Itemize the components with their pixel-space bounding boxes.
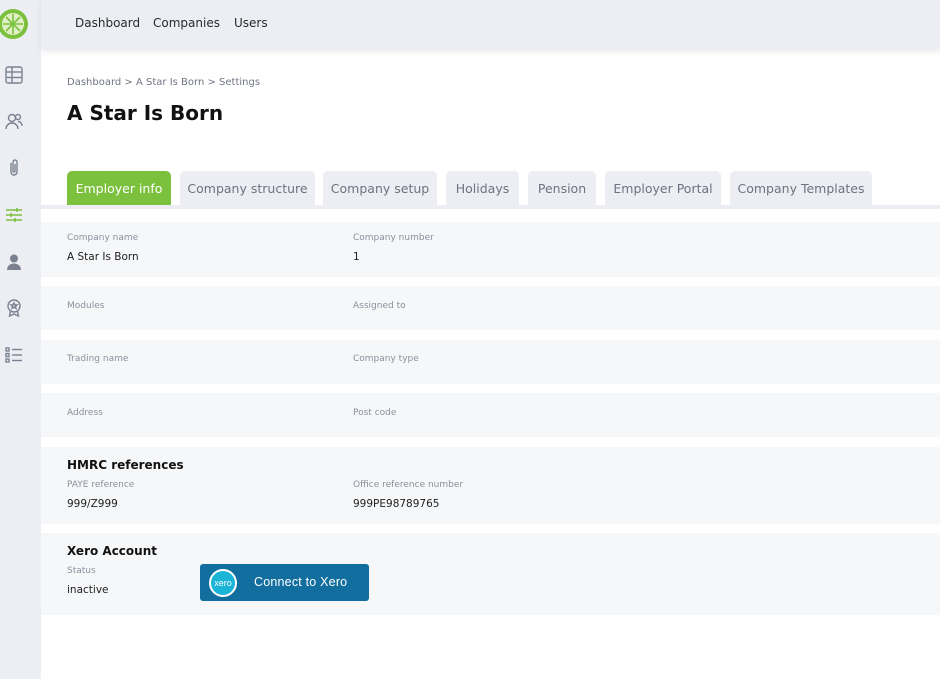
office-reference-label: Office reference number (353, 480, 464, 490)
modules-label: Modules (67, 301, 105, 311)
connect-to-xero-label: Connect to Xero (254, 575, 348, 589)
sliders-icon[interactable] (3, 204, 25, 226)
tab-divider (41, 205, 940, 209)
xero-logo-icon: xero (209, 569, 237, 597)
tab-company-setup[interactable]: Company setup (323, 171, 437, 206)
sidebar (0, 0, 41, 679)
nav-companies[interactable]: Companies (153, 16, 220, 30)
xero-status-label: Status (67, 566, 96, 576)
xero-status-value: inactive (67, 584, 109, 596)
company-name-label: Company name (67, 233, 139, 243)
hmrc-title: HMRC references (67, 458, 184, 472)
tab-employer-info[interactable]: Employer info (67, 171, 171, 206)
paye-value: 999/Z999 (67, 498, 118, 510)
paye-label: PAYE reference (67, 480, 135, 490)
list-icon[interactable] (3, 344, 25, 366)
xero-section: Xero Account Status inactive (41, 533, 940, 615)
person-icon[interactable] (3, 251, 25, 273)
tab-holidays[interactable]: Holidays (446, 171, 519, 206)
company-number-value: 1 (353, 251, 360, 263)
post-code-label: Post code (353, 408, 397, 418)
company-number-label: Company number (353, 233, 434, 243)
connect-to-xero-button[interactable]: xero Connect to Xero (200, 564, 369, 601)
trading-name-row: Trading name Company type (41, 340, 940, 384)
page-title: A Star Is Born (67, 101, 224, 125)
tab-company-templates[interactable]: Company Templates (730, 171, 872, 206)
breadcrumb[interactable]: Dashboard > A Star Is Born > Settings (67, 77, 260, 88)
nav-dashboard[interactable]: Dashboard (75, 16, 140, 30)
hmrc-section: HMRC references PAYE reference 999/Z999 … (41, 447, 940, 524)
address-label: Address (67, 408, 103, 418)
lime-logo-icon[interactable] (0, 3, 30, 43)
address-row: Address Post code (41, 393, 940, 437)
paperclip-icon[interactable] (3, 157, 25, 179)
tab-company-structure[interactable]: Company structure (180, 171, 315, 206)
award-icon[interactable] (3, 297, 25, 319)
company-type-label: Company type (353, 354, 419, 364)
assigned-to-label: Assigned to (353, 301, 406, 311)
users-icon[interactable] (3, 110, 25, 132)
xero-title: Xero Account (67, 544, 157, 558)
tab-pension[interactable]: Pension (528, 171, 596, 206)
trading-name-label: Trading name (67, 354, 129, 364)
nav-users[interactable]: Users (234, 16, 268, 30)
office-reference-value: 999PE98789765 (353, 498, 440, 510)
company-name-value: A Star Is Born (67, 251, 139, 263)
company-name-row: Company name A Star Is Born Company numb… (41, 222, 940, 277)
table-icon[interactable] (3, 64, 25, 86)
tab-employer-portal[interactable]: Employer Portal (605, 171, 721, 206)
top-nav-bar: Dashboard Companies Users (41, 0, 940, 50)
modules-row: Modules Assigned to (41, 286, 940, 330)
